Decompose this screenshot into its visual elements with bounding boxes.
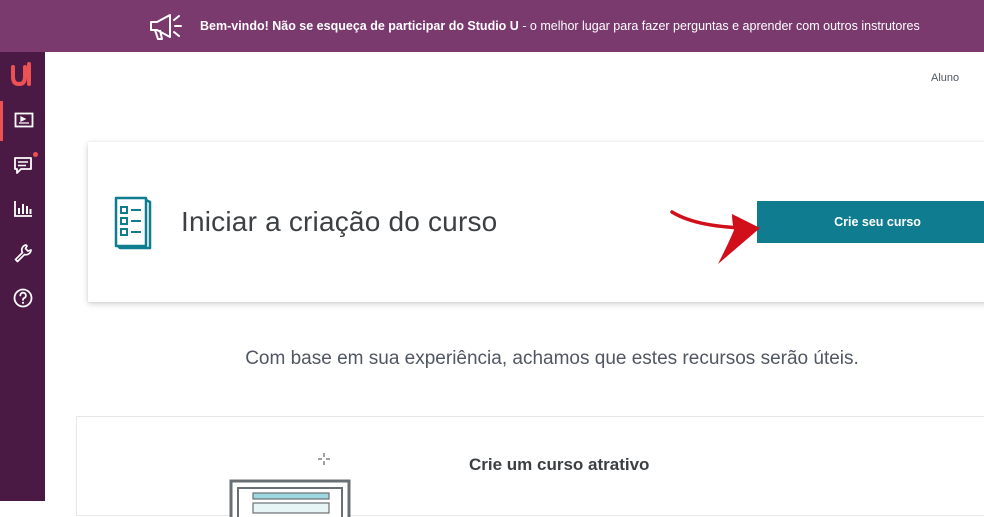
tools-icon bbox=[14, 244, 32, 263]
sparkle-icon bbox=[318, 453, 330, 465]
performance-icon bbox=[13, 201, 32, 217]
announcement-banner[interactable]: Bem-vindo! Não se esqueça de participar … bbox=[0, 0, 984, 52]
banner-rest-text: - o melhor lugar para fazer perguntas e … bbox=[518, 19, 920, 33]
banner-bold-text: Bem-vindo! Não se esqueça de participar … bbox=[200, 19, 519, 33]
help-icon bbox=[13, 288, 32, 308]
notification-dot bbox=[33, 152, 38, 157]
communication-icon bbox=[13, 157, 32, 174]
banner-text: Bem-vindo! Não se esqueça de participar … bbox=[200, 19, 920, 33]
create-course-title: Iniciar a criação do curso bbox=[181, 206, 498, 237]
sidebar-item-communication[interactable] bbox=[0, 145, 45, 185]
student-view-link[interactable]: Aluno bbox=[931, 72, 959, 84]
sidebar-item-courses[interactable] bbox=[0, 101, 45, 141]
create-course-card: Iniciar a criação do curso Crie seu curs… bbox=[88, 142, 984, 302]
checklist-icon bbox=[114, 196, 152, 250]
sidebar bbox=[0, 52, 45, 501]
resource-panel: Crie um curso atrativo bbox=[76, 416, 984, 517]
megaphone-icon bbox=[150, 14, 182, 40]
course-illustration bbox=[229, 479, 351, 517]
recommendations-subtitle: Com base em sua experiência, achamos que… bbox=[245, 348, 859, 369]
pointer-arrow bbox=[670, 210, 760, 264]
sidebar-item-tools[interactable] bbox=[0, 233, 45, 273]
sidebar-item-help[interactable] bbox=[0, 278, 45, 318]
panel-title: Crie um curso atrativo bbox=[469, 455, 650, 474]
courses-icon bbox=[14, 112, 34, 128]
create-course-button[interactable]: Crie seu curso bbox=[757, 201, 984, 243]
sidebar-item-performance[interactable] bbox=[0, 189, 45, 229]
udemy-logo[interactable] bbox=[9, 62, 37, 88]
